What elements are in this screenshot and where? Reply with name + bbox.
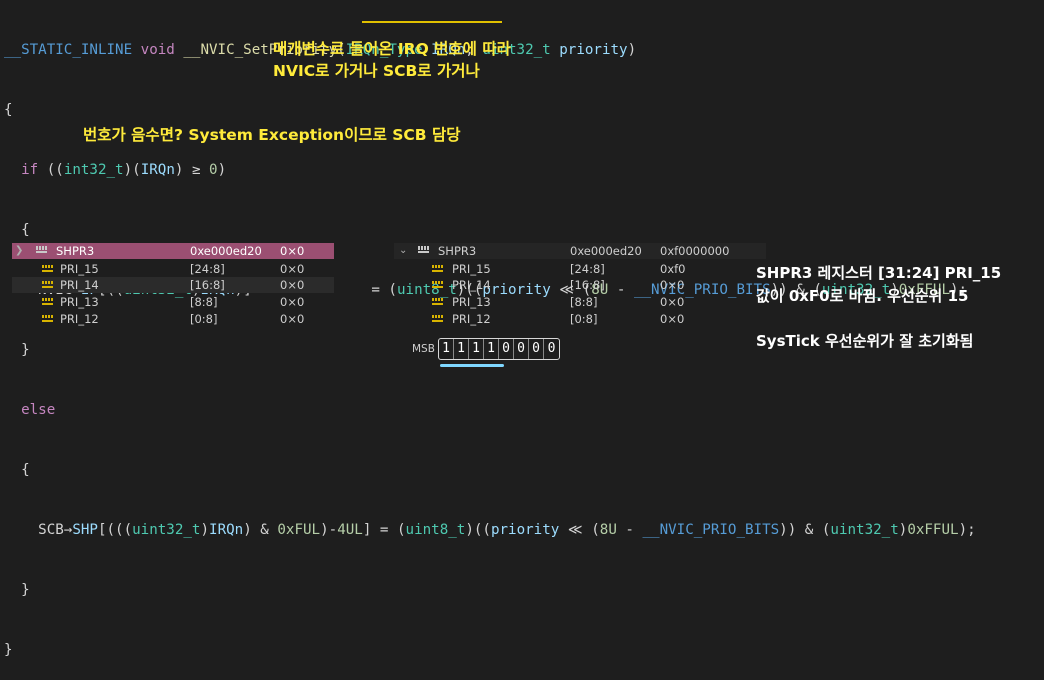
- field-name: PRI_13: [452, 295, 491, 309]
- field-range: [16:8]: [190, 278, 225, 292]
- field-icon: [42, 315, 54, 324]
- note-shpr3: SHPR3 레지스터 [31:24] PRI_15: [756, 264, 1002, 282]
- register-name: SHPR3: [56, 244, 95, 258]
- register-value: 0×0: [280, 244, 305, 258]
- field-row-pri15[interactable]: PRI_15 [24:8] 0×0: [12, 261, 334, 277]
- bit-2: 0: [514, 339, 529, 359]
- field-name: PRI_12: [452, 312, 491, 326]
- bit-0: 0: [547, 341, 556, 356]
- field-icon: [432, 315, 444, 324]
- param-underline: [362, 21, 502, 23]
- field-icon: [42, 281, 54, 290]
- field-row-pri12[interactable]: PRI_12 [0:8] 0×0: [12, 311, 334, 327]
- bit-7: 1: [439, 339, 454, 359]
- field-value: 0×0: [660, 295, 685, 309]
- bit-4: 1: [484, 339, 499, 359]
- register-value: 0xf0000000: [660, 244, 730, 258]
- code-line-4: {: [4, 222, 30, 238]
- annotation-irq-route: 매개변수로 들어온 IRQ 번호에 따라: [273, 40, 511, 58]
- register-icon: [418, 246, 431, 256]
- field-row-pri13[interactable]: PRI_13 [8:8] 0×0: [12, 294, 334, 310]
- field-row-pri12[interactable]: PRI_12 [0:8] 0×0: [394, 311, 766, 327]
- field-range: [8:8]: [570, 295, 598, 309]
- field-range: [24:8]: [570, 262, 605, 276]
- bit-3: 0: [499, 339, 514, 359]
- bit-6: 1: [454, 339, 469, 359]
- annotation-nvic-scb: NVIC로 가거나 SCB로 가거나: [273, 62, 480, 80]
- code-line-9: SCB→SHP[(((uint32_t)IRQn) & 0xFUL)-4UL] …: [4, 522, 976, 538]
- field-name: PRI_15: [60, 262, 99, 276]
- bit-5: 1: [469, 339, 484, 359]
- field-icon: [432, 298, 444, 307]
- field-value: 0×0: [660, 312, 685, 326]
- field-icon: [432, 265, 444, 274]
- note-value-changed: 값이 0xF0로 바뀜. 우선순위 15: [756, 287, 969, 305]
- field-value: 0×0: [280, 278, 305, 292]
- register-icon: [36, 246, 49, 256]
- bit-1: 0: [529, 339, 544, 359]
- bit-highlight-underline: [440, 364, 504, 367]
- register-address: 0xe000ed20: [570, 244, 642, 258]
- field-row-pri14[interactable]: PRI_14 [16:8] 0×0: [394, 277, 766, 293]
- chevron-down-icon[interactable]: ⌄: [399, 243, 407, 259]
- chevron-down-icon[interactable]: ❯: [15, 243, 23, 259]
- field-icon: [432, 281, 444, 290]
- code-line-2: {: [4, 102, 13, 118]
- field-name: PRI_12: [60, 312, 99, 326]
- code-line-3: if ((int32_t)(IRQn) ≥ 0): [21, 162, 227, 178]
- field-range: [24:8]: [190, 262, 225, 276]
- field-value: 0×0: [280, 312, 305, 326]
- register-row-shpr3[interactable]: ❯ SHPR3 0xe000ed20 0×0: [12, 243, 334, 259]
- bit-display: 1 1 1 1 0 0 0 0: [438, 338, 560, 360]
- code-line-10: }: [4, 582, 30, 598]
- register-address: 0xe000ed20: [190, 244, 262, 258]
- code-line-11: }: [4, 642, 13, 658]
- field-icon: [42, 298, 54, 307]
- field-value: 0×0: [280, 295, 305, 309]
- code-line-7: else: [4, 402, 56, 418]
- field-name: PRI_14: [452, 278, 491, 292]
- field-name: PRI_15: [452, 262, 491, 276]
- field-row-pri14[interactable]: PRI_14 [16:8] 0×0: [12, 277, 334, 293]
- field-range: [0:8]: [190, 312, 218, 326]
- field-icon: [42, 265, 54, 274]
- annotation-negative-irq: 번호가 음수면? System Exception이므로 SCB 담당: [83, 126, 461, 144]
- note-systick: SysTick 우선순위가 잘 초기화됨: [756, 332, 974, 350]
- field-range: [8:8]: [190, 295, 218, 309]
- register-name: SHPR3: [438, 244, 477, 258]
- field-name: PRI_14: [60, 278, 99, 292]
- field-name: PRI_13: [60, 295, 99, 309]
- field-range: [16:8]: [570, 278, 605, 292]
- code-line-8: {: [4, 462, 30, 478]
- msb-label: MSB: [412, 343, 435, 355]
- field-value: 0xf0: [660, 262, 686, 276]
- field-range: [0:8]: [570, 312, 598, 326]
- field-row-pri15[interactable]: PRI_15 [24:8] 0xf0: [394, 261, 766, 277]
- field-value: 0×0: [660, 278, 685, 292]
- register-row-shpr3[interactable]: ⌄ SHPR3 0xe000ed20 0xf0000000: [394, 243, 766, 259]
- field-row-pri13[interactable]: PRI_13 [8:8] 0×0: [394, 294, 766, 310]
- field-value: 0×0: [280, 262, 305, 276]
